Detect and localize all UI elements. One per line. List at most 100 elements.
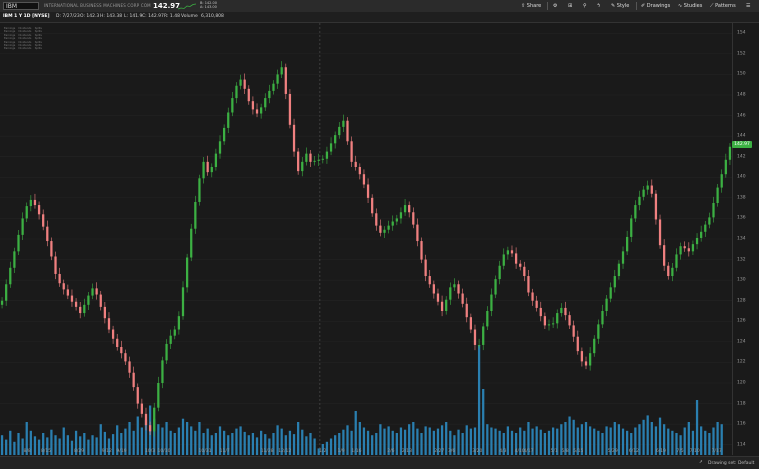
candle-body	[700, 231, 703, 238]
candle	[654, 190, 658, 225]
patterns-button[interactable]: ⟋ Patterns	[710, 2, 736, 10]
candle	[198, 174, 201, 206]
candle-body	[465, 303, 468, 318]
candle-body	[99, 294, 102, 307]
price-axis[interactable]: 154 152 150 148 146 144 142 140 138 136 134 132 130 1…	[732, 23, 759, 455]
candle	[584, 356, 588, 370]
volume-bar	[477, 345, 481, 455]
candle	[99, 290, 102, 311]
x-tick-label: 8/29	[73, 449, 85, 454]
candle	[231, 92, 234, 117]
x-tick-label: 10/10	[157, 449, 171, 454]
candle	[17, 230, 20, 255]
candle	[37, 201, 41, 220]
candle	[9, 261, 12, 288]
candle	[395, 214, 398, 226]
x-tick-label: 10/31	[198, 449, 212, 454]
candle	[222, 124, 226, 145]
price-chart[interactable]	[0, 23, 732, 455]
patterns-icon: ⟋	[710, 3, 714, 9]
candle-body	[634, 205, 637, 219]
candle	[683, 241, 686, 252]
candle	[33, 193, 37, 209]
share-button[interactable]: ⇪ Share	[521, 2, 541, 10]
candle-body	[584, 361, 588, 366]
candle	[346, 117, 349, 145]
candle	[280, 61, 283, 79]
candle	[239, 74, 242, 90]
candle	[379, 219, 382, 237]
info-date: D: 7/27/23	[56, 14, 80, 19]
candle	[235, 82, 238, 104]
candle-body	[325, 151, 329, 159]
candle-body	[140, 403, 144, 414]
time-axis[interactable]: 8/8 8/15 8/29 9/12 9/19 10/3 10/10 10/31 11/7 11/…	[0, 447, 732, 456]
candle	[313, 155, 316, 166]
candle	[140, 398, 144, 418]
candle-body	[103, 306, 106, 319]
candle	[531, 288, 534, 306]
last-price: 142.97	[153, 2, 181, 10]
candle-body	[153, 407, 156, 432]
candle-body	[712, 203, 715, 218]
flash-button[interactable]: ϟ	[597, 2, 600, 10]
candle-body	[704, 224, 707, 232]
y-tick-label: 114	[737, 442, 746, 448]
studies-button[interactable]: ∿ Studies	[678, 2, 702, 10]
volume-bar	[482, 389, 485, 455]
candle	[366, 178, 370, 203]
drawing-set-label[interactable]: Drawing set: Default	[708, 461, 754, 466]
x-tick-label: 6/12	[628, 449, 639, 454]
candle-body	[13, 251, 16, 268]
chart-label[interactable]: IBM 1 Y 1D [NYSE]	[3, 12, 50, 22]
style-button[interactable]: ✎ Style	[611, 2, 629, 10]
candle-body	[161, 360, 164, 383]
candle-body	[695, 237, 699, 245]
candle-body	[362, 174, 366, 185]
candle	[514, 247, 518, 269]
symbol-input[interactable]: IBM	[3, 2, 39, 10]
candle-body	[638, 196, 641, 206]
candle-body	[231, 98, 234, 113]
patterns-label: Patterns	[715, 3, 736, 9]
candle	[675, 248, 678, 272]
y-tick-label: 150	[737, 71, 746, 77]
candle	[251, 96, 255, 115]
candle-body	[539, 307, 542, 317]
y-tick-label: 138	[737, 195, 746, 201]
candle-body	[560, 307, 563, 314]
candle	[539, 301, 542, 322]
candle-body	[235, 85, 238, 99]
studies-icon: ∿	[678, 3, 683, 9]
candle	[449, 282, 452, 305]
candle-body	[720, 174, 723, 188]
toolbar-divider	[636, 2, 637, 10]
y-tick-label: 128	[737, 298, 746, 304]
candle	[506, 246, 510, 260]
candle	[13, 247, 16, 273]
candle	[42, 209, 45, 231]
grid-button[interactable]: ⊞	[568, 2, 572, 10]
gear-icon: ⚙	[553, 3, 558, 9]
candle	[543, 312, 547, 329]
candle-body	[0, 300, 4, 305]
x-tick-label: 3/20	[472, 449, 483, 454]
candle-body	[708, 217, 711, 225]
candle	[687, 242, 690, 257]
hamburger-icon: ☰	[746, 3, 751, 9]
x-tick-label: 9/12	[101, 449, 112, 454]
drawings-button[interactable]: ✐ Drawings	[641, 2, 670, 10]
candle-body	[412, 212, 415, 225]
candle-body	[445, 299, 448, 311]
candle	[301, 157, 304, 177]
share-label: Share	[526, 3, 542, 9]
link-button[interactable]: ⚲	[583, 2, 587, 10]
style-icon: ✎	[611, 3, 616, 9]
menu-button[interactable]: ☰	[746, 2, 750, 10]
settings-button[interactable]: ⚙	[553, 2, 557, 10]
ask-value: A: 143.00	[200, 5, 217, 9]
candle	[391, 215, 394, 231]
candle-body	[264, 98, 267, 108]
candle	[646, 180, 649, 195]
candle	[482, 322, 485, 351]
